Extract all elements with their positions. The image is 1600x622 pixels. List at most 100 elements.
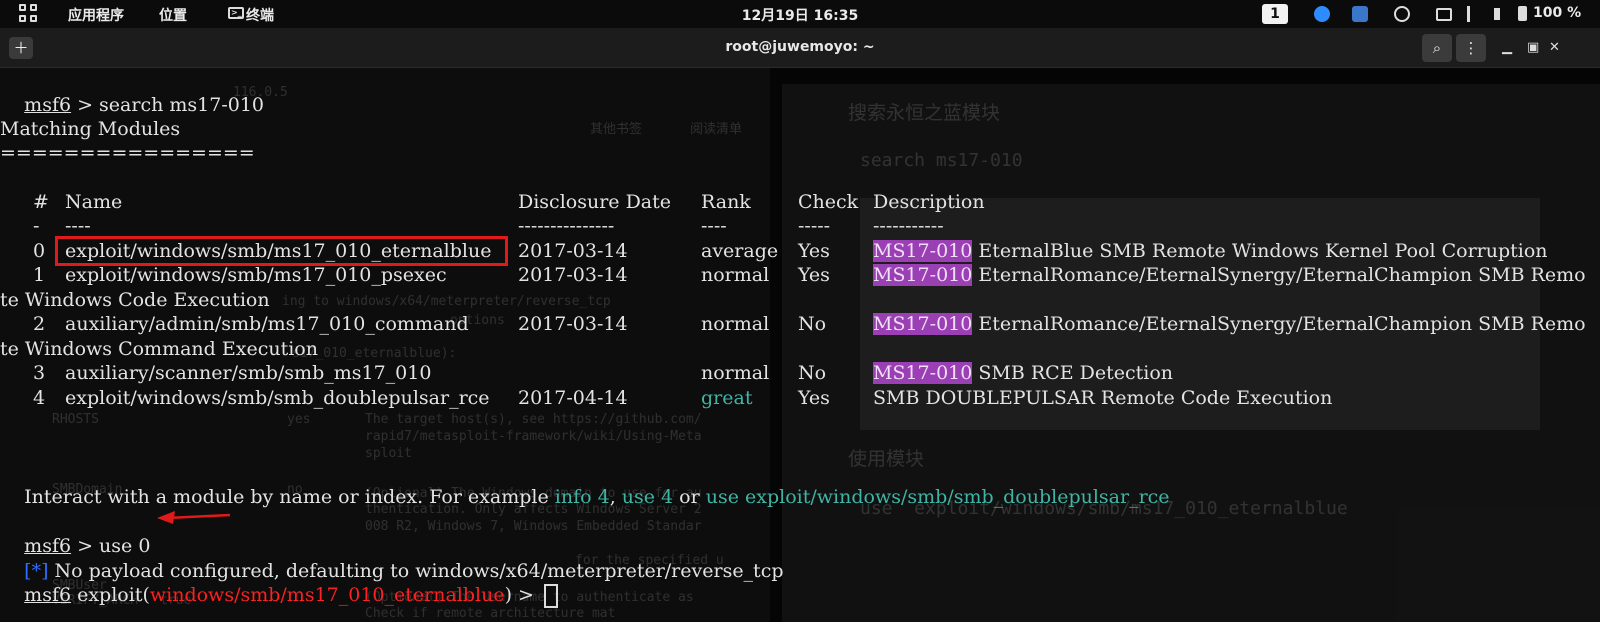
col-date: Disclosure Date — [518, 191, 672, 213]
bluetooth-icon[interactable] — [1467, 6, 1475, 22]
row-name: exploit/windows/smb/smb_doublepulsar_rce — [65, 387, 490, 409]
hint-use-module-cmd: use exploit/windows/smb/smb_doublepulsar… — [705, 486, 1170, 508]
search-button[interactable]: ⌕ — [1422, 34, 1452, 62]
row-check: Yes — [798, 387, 830, 409]
row-rank: normal — [701, 313, 770, 335]
battery-icon[interactable] — [1518, 6, 1527, 21]
top-panel: 应用程序 位置 >_ 终端 12月19日 16:35 1 100 % — [0, 0, 1600, 28]
col-num: # — [33, 191, 49, 213]
terminal-output[interactable]: 116.0.5 其他书签 阅读清单 搜索永恒之蓝模块 search ms17-0… — [0, 68, 1600, 622]
rule-date: --------------- — [518, 215, 615, 237]
table-row: 2 auxiliary/admin/smb/ms17_010_command 2… — [0, 312, 1600, 337]
exploit-prompt-line[interactable]: msf6 exploit(windows/smb/ms17_010_eterna… — [0, 558, 558, 608]
window-title: root@juwemoyo: ~ — [725, 39, 875, 55]
row-num: 0 — [33, 240, 46, 262]
rule-rank: ---- — [701, 215, 727, 237]
msf-prompt: msf6 — [24, 94, 72, 116]
table-header: # Name Disclosure Date Rank Check Descri… — [0, 190, 1600, 215]
row-num: 3 — [33, 362, 46, 384]
row-date: 2017-04-14 — [518, 387, 628, 409]
monitor-app-icon[interactable] — [1352, 6, 1368, 22]
table-row: 4 exploit/windows/smb/smb_doublepulsar_r… — [0, 386, 1600, 411]
hint-text: Interact with a module by name or index.… — [24, 486, 555, 508]
bluetooth-app-icon[interactable] — [1314, 6, 1330, 22]
close-button[interactable]: ✕ — [1549, 40, 1560, 55]
heading-rule: ================ — [0, 142, 255, 164]
col-desc: Description — [873, 191, 985, 213]
rule-desc: ----------- — [873, 215, 944, 237]
row-num: 2 — [33, 313, 46, 335]
bg-doc-heading-1: 搜索永恒之蓝模块 — [848, 102, 1001, 124]
maximize-button[interactable]: ▣ — [1527, 40, 1539, 55]
bg-target: The target host(s), see https://github.c… — [365, 412, 702, 427]
exploit-module: windows/smb/ms17_010_eternalblue — [149, 584, 505, 606]
battery-percent: 100 % — [1533, 5, 1582, 21]
kebab-menu-icon: ⋮ — [1463, 39, 1479, 57]
minimize-button[interactable]: ▁ — [1502, 40, 1512, 55]
text-cursor[interactable] — [544, 584, 558, 608]
bg-server: 008 R2, Windows 7, Windows Embedded Stan… — [365, 519, 702, 534]
row-desc: SMB RCE Detection — [972, 362, 1173, 384]
row-rank: normal — [701, 264, 770, 286]
bg-sploit: sploit — [365, 446, 412, 461]
table-row: 3 auxiliary/scanner/smb/smb_ms17_010 nor… — [0, 361, 1600, 386]
bg-rapid: rapid7/metasploit-framework/wiki/Using-M… — [365, 429, 702, 444]
volume-icon[interactable] — [1490, 8, 1500, 20]
highlight-tag: MS17-010 — [873, 264, 973, 286]
bg-doc-code-1: search ms17-010 — [860, 150, 1023, 171]
interact-hint: Interact with a module by name or index.… — [0, 460, 1169, 508]
annotation-highlight-box — [55, 236, 508, 266]
row-desc: SMB DOUBLEPULSAR Remote Code Execution — [873, 387, 1333, 409]
bg-bookmarks: 其他书签 — [590, 122, 643, 137]
highlight-tag: MS17-010 — [873, 313, 973, 335]
highlight-tag: MS17-010 — [873, 362, 973, 384]
bg-payload-line: ing to windows/x64/meterpreter/reverse_t… — [282, 294, 611, 309]
row-rank: average — [701, 240, 779, 262]
row-wrap: te Windows Command Execution — [0, 338, 318, 360]
hint-use-cmd: use 4 — [621, 486, 674, 508]
network-app-icon[interactable] — [1394, 6, 1410, 22]
rule-check: ----- — [798, 215, 831, 237]
bg-reading-list: 阅读清单 — [690, 122, 743, 137]
search-icon: ⌕ — [1432, 39, 1442, 57]
payload-notice: [*] No payload configured, defaulting to… — [0, 534, 783, 582]
hint-sep: , — [609, 486, 622, 508]
msf-prompt: msf6 — [24, 584, 72, 606]
row-check: No — [798, 362, 827, 384]
use-command-line: msf6 > use 0 — [0, 509, 150, 557]
exploit-suffix: ) > — [504, 584, 540, 606]
hint-info-cmd: info 4 — [554, 486, 610, 508]
row-desc: EternalRomance/EternalSynergy/EternalCha… — [972, 264, 1586, 286]
row-num: 4 — [33, 387, 46, 409]
hint-or: or — [673, 486, 706, 508]
exploit-prefix: exploit( — [71, 584, 150, 606]
row-check: Yes — [798, 264, 830, 286]
row-date: 2017-03-14 — [518, 264, 628, 286]
col-rank: Rank — [701, 191, 751, 213]
matching-heading: Matching Modules — [0, 118, 181, 140]
col-check: Check — [798, 191, 859, 213]
bg-rhosts: RHOSTS — [52, 412, 99, 427]
row-date: 2017-03-14 — [518, 240, 628, 262]
row-name: exploit/windows/smb/ms17_010_psexec — [65, 264, 447, 286]
menu-button[interactable]: ⋮ — [1456, 34, 1486, 62]
highlight-tag: MS17-010 — [873, 240, 973, 262]
row-check: No — [798, 313, 827, 335]
col-name: Name — [65, 191, 123, 213]
row-num: 1 — [33, 264, 46, 286]
row-desc: EternalRomance/EternalSynergy/EternalCha… — [972, 313, 1586, 335]
screen-icon[interactable] — [1436, 8, 1452, 21]
workspace-indicator[interactable]: 1 — [1262, 4, 1288, 24]
row-wrap: te Windows Code Execution — [0, 289, 270, 311]
terminal-titlebar: ＋ root@juwemoyo: ~ ⌕ ⋮ ▁ ▣ ✕ — [0, 28, 1600, 68]
row-desc: EternalBlue SMB Remote Windows Kernel Po… — [972, 240, 1548, 262]
row-name: auxiliary/scanner/smb/smb_ms17_010 — [65, 362, 432, 384]
annotation-arrow — [157, 511, 231, 524]
search-command: > search ms17-010 — [71, 94, 265, 116]
bg-check: Check if remote architecture mat — [365, 606, 616, 621]
row-rank: normal — [701, 362, 770, 384]
row-name: auxiliary/admin/smb/ms17_010_command — [65, 313, 469, 335]
search-command-line: msf6 > search ms17-010 — [0, 68, 264, 116]
row-date: 2017-03-14 — [518, 313, 628, 335]
bg-yes: yes — [287, 412, 311, 427]
